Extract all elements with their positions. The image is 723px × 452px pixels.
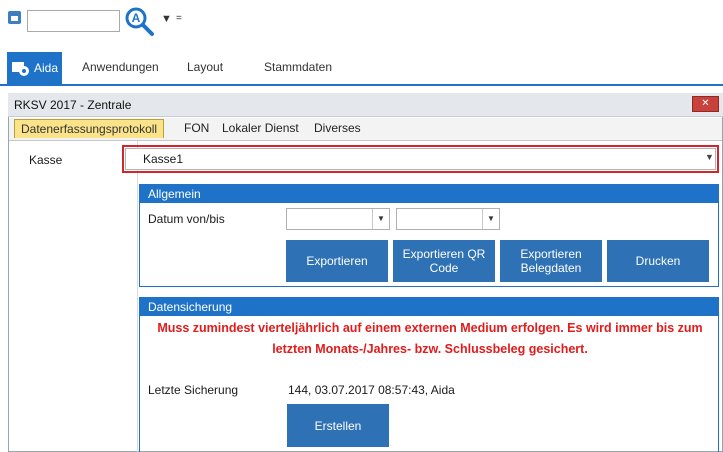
chevron-down-icon[interactable]: ▼ [482, 209, 499, 229]
exportieren-qr-button[interactable]: Exportieren QR Code [393, 240, 495, 282]
svg-text:A: A [132, 11, 141, 25]
tab-fon[interactable]: FON [184, 121, 209, 135]
tab-anwendungen[interactable]: Anwendungen [82, 60, 159, 74]
tab-aida[interactable]: Aida [7, 52, 62, 84]
quick-access-more-icon[interactable]: = [176, 13, 182, 24]
tab-aida-label: Aida [34, 61, 59, 75]
backup-warning-text: Muss zumindest vierteljährlich auf einem… [157, 321, 703, 356]
sidebar-divider [137, 141, 138, 452]
drucken-button[interactable]: Drucken [607, 240, 709, 282]
gear-icon [11, 58, 31, 78]
allgemein-header: Allgemein [140, 185, 718, 203]
erstellen-button[interactable]: Erstellen [287, 404, 389, 447]
tab-stammdaten[interactable]: Stammdaten [264, 60, 332, 74]
chevron-down-icon[interactable]: ▼ [372, 209, 389, 229]
tab-lokaler-dienst[interactable]: Lokaler Dienst [222, 121, 299, 135]
datum-label: Datum von/bis [148, 212, 225, 226]
close-button[interactable]: ✕ [692, 96, 719, 112]
kasse-label: Kasse [29, 153, 63, 167]
kasse-select-value: Kasse1 [143, 152, 184, 166]
datum-bis-select[interactable]: ▼ [396, 208, 500, 230]
search-icon[interactable]: A [124, 6, 156, 38]
chevron-down-icon[interactable]: ▼ [705, 152, 714, 162]
exportieren-belegdaten-button[interactable]: Exportieren Belegdaten [500, 240, 602, 282]
exportieren-button[interactable]: Exportieren [286, 240, 388, 282]
datum-von-select[interactable]: ▼ [286, 208, 390, 230]
datensicherung-header: Datensicherung [140, 298, 718, 316]
quick-search-input[interactable] [27, 10, 120, 32]
kasse-select[interactable] [125, 148, 716, 170]
app-icon[interactable] [8, 11, 21, 24]
letzte-sicherung-value: 144, 03.07.2017 08:57:43, Aida [288, 383, 455, 397]
letzte-sicherung-label: Letzte Sicherung [148, 383, 239, 397]
tab-diverses[interactable]: Diverses [314, 121, 361, 135]
tab-datenerfassungsprotokoll[interactable]: Datenerfassungsprotokoll [14, 119, 165, 138]
quick-access-dropdown-icon[interactable]: ▼ [161, 13, 172, 25]
ribbon-divider [0, 84, 723, 86]
tab-layout[interactable]: Layout [187, 60, 223, 74]
window-title: RKSV 2017 - Zentrale [14, 98, 132, 112]
